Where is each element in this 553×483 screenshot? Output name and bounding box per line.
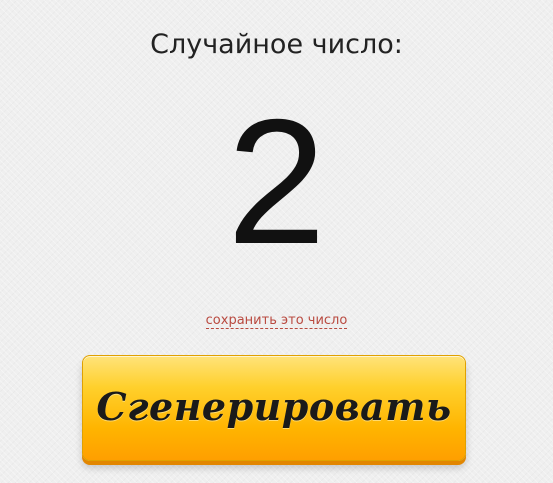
- save-link-row: сохранить это число: [0, 312, 553, 330]
- save-number-link[interactable]: сохранить это число: [205, 313, 348, 329]
- random-number-value: 2: [227, 82, 326, 281]
- random-number-heading: Случайное число:: [150, 29, 403, 60]
- generate-button-label: Сгенерировать: [96, 383, 452, 429]
- generate-button[interactable]: Сгенерировать: [82, 355, 466, 461]
